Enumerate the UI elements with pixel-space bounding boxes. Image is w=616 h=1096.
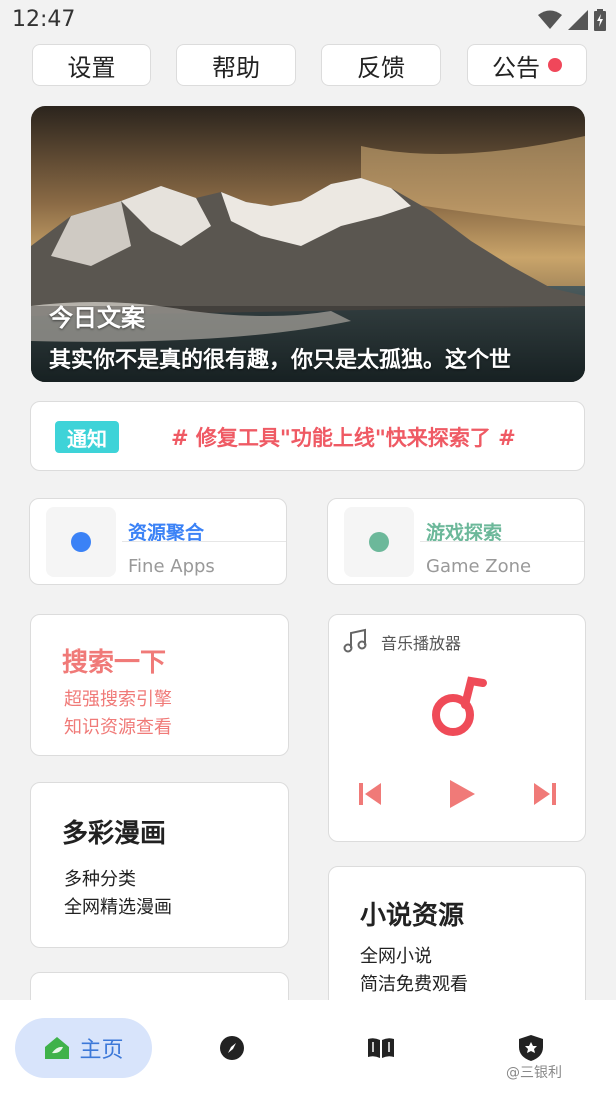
- resource-hub-card[interactable]: 资源聚合 Fine Apps: [29, 498, 287, 585]
- music-note-icon: [343, 628, 367, 653]
- nav-discover-tab[interactable]: [218, 1034, 246, 1062]
- status-bar: 12:47: [0, 0, 616, 40]
- nav-home-label: 主页: [79, 1038, 124, 1063]
- unread-dot: [548, 58, 562, 72]
- comic-card[interactable]: 多彩漫画 多种分类 全网精选漫画: [30, 782, 289, 948]
- status-time: 12:47: [12, 7, 76, 32]
- resource-hub-subtitle: Fine Apps: [128, 556, 215, 577]
- banner-title: 今日文案: [49, 304, 145, 332]
- compass-icon: [220, 1036, 244, 1060]
- music-logo-icon: [432, 676, 487, 736]
- resource-hub-icon: [46, 507, 116, 577]
- nav-home-tab[interactable]: 主页: [15, 1018, 152, 1078]
- novel-card-line2: 简洁免费观看: [360, 974, 468, 995]
- search-card-title: 搜索一下: [62, 648, 167, 678]
- divider: [122, 541, 286, 542]
- notice-text: # 修复工具"功能上线"快来探索了 #: [171, 426, 516, 450]
- watermark-text: @三银利: [506, 1065, 562, 1081]
- novel-card-line1: 全网小说: [360, 946, 432, 967]
- music-player-card[interactable]: 音乐播放器: [328, 614, 586, 842]
- help-label: 帮助: [212, 53, 260, 82]
- next-track-icon[interactable]: [531, 780, 559, 808]
- search-card-line2: 知识资源查看: [64, 717, 172, 738]
- shield-icon: [519, 1035, 543, 1061]
- announcement-button[interactable]: 公告: [467, 44, 587, 86]
- daily-quote-banner[interactable]: 今日文案 其实你不是真的很有趣，你只是太孤独。这个世: [31, 106, 585, 382]
- music-player-title: 音乐播放器: [381, 634, 462, 653]
- settings-label: 设置: [67, 53, 116, 82]
- game-zone-subtitle: Game Zone: [426, 556, 532, 577]
- previous-track-icon[interactable]: [356, 780, 384, 808]
- wifi-icon: [538, 10, 562, 29]
- signal-icon: [568, 10, 588, 30]
- nav-library-tab[interactable]: [367, 1034, 395, 1062]
- book-icon: [368, 1038, 394, 1058]
- status-icons: [538, 9, 606, 31]
- comic-card-line2: 全网精选漫画: [64, 897, 172, 918]
- notice-badge: 通知: [55, 421, 119, 453]
- novel-card-title: 小说资源: [360, 901, 465, 931]
- feedback-button[interactable]: 反馈: [321, 44, 441, 86]
- divider: [420, 541, 584, 542]
- banner-quote: 其实你不是真的很有趣，你只是太孤独。这个世: [49, 348, 512, 373]
- announcement-label: 公告: [492, 53, 540, 82]
- bottom-navigation: 主页 @三银利: [0, 1000, 616, 1096]
- search-card-line1: 超强搜索引擎: [64, 689, 172, 710]
- game-zone-icon: [344, 507, 414, 577]
- play-icon[interactable]: [447, 778, 477, 810]
- feedback-label: 反馈: [357, 53, 405, 82]
- battery-icon: [594, 9, 606, 31]
- home-icon: [45, 1037, 70, 1059]
- comic-card-title: 多彩漫画: [62, 819, 167, 849]
- nav-profile-tab[interactable]: [517, 1034, 545, 1062]
- mountain-landscape-image: [31, 106, 585, 382]
- comic-card-line1: 多种分类: [64, 869, 136, 890]
- help-button[interactable]: 帮助: [176, 44, 296, 86]
- settings-button[interactable]: 设置: [32, 44, 151, 86]
- notice-bar[interactable]: 通知 # 修复工具"功能上线"快来探索了 #: [30, 401, 585, 471]
- game-zone-card[interactable]: 游戏探索 Game Zone: [327, 498, 585, 585]
- search-card[interactable]: 搜索一下 超强搜索引擎 知识资源查看: [30, 614, 289, 756]
